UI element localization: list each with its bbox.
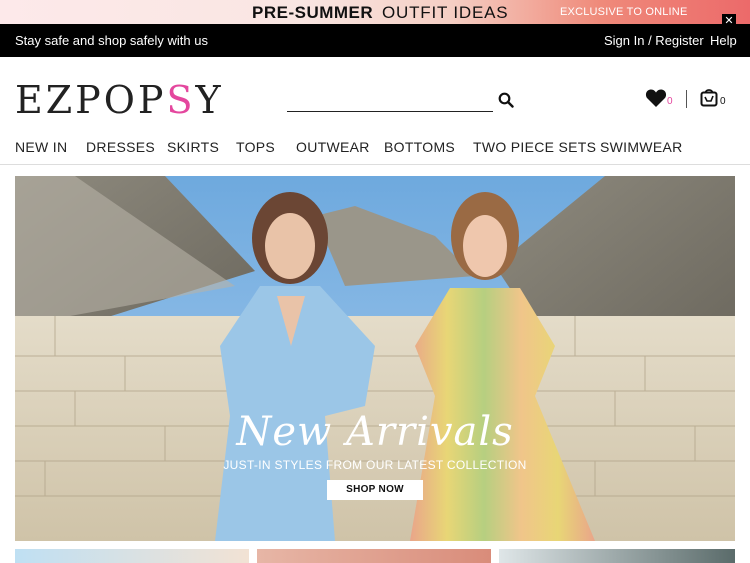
- hero-title: New Arrivals: [236, 409, 514, 455]
- category-thumbnail[interactable]: [15, 549, 249, 563]
- logo-text-a: EZPOP: [15, 78, 167, 122]
- promo-pre-summer: PRE-SUMMER: [252, 3, 374, 22]
- hero-subtitle: JUST-IN STYLES FROM OUR LATEST COLLECTIO…: [223, 458, 527, 472]
- shop-now-button[interactable]: SHOP NOW: [327, 480, 423, 500]
- promo-outfit-ideas: OUTFIT IDEAS: [382, 3, 509, 22]
- nav-item-tops[interactable]: TOPS: [236, 139, 275, 155]
- safety-message: Stay safe and shop safely with us: [15, 33, 208, 48]
- nav-item-swimwear[interactable]: SWIMWEAR: [600, 139, 683, 155]
- bag-icon[interactable]: [700, 87, 718, 107]
- logo-text-b: S: [166, 78, 196, 122]
- category-thumbnails: [0, 549, 750, 563]
- main-nav: NEW IN DRESSES SKIRTS TOPS OUTWEAR BOTTO…: [0, 129, 750, 165]
- header-divider: [686, 90, 687, 108]
- nav-item-outwear[interactable]: OUTWEAR: [296, 139, 370, 155]
- help-link[interactable]: Help: [710, 33, 737, 48]
- category-thumbnail[interactable]: [499, 549, 735, 563]
- hero-banner[interactable]: New Arrivals JUST-IN STYLES FROM OUR LAT…: [15, 176, 735, 541]
- close-icon[interactable]: ✕: [722, 14, 736, 28]
- logo-text-c: Y: [195, 78, 224, 122]
- heart-icon[interactable]: [645, 88, 667, 108]
- promo-exclusive: EXCLUSIVE TO ONLINE: [560, 6, 688, 18]
- header: EZPOPSY 0 0: [0, 57, 750, 129]
- category-thumbnail[interactable]: [257, 549, 491, 563]
- nav-item-new-in[interactable]: NEW IN: [15, 139, 67, 155]
- nav-item-dresses[interactable]: DRESSES: [86, 139, 155, 155]
- search-input[interactable]: [287, 87, 493, 112]
- top-bar: Stay safe and shop safely with us ✕ Sign…: [0, 14, 750, 57]
- promo-banner[interactable]: PRE-SUMMER OUTFIT IDEAS EXCLUSIVE TO ONL…: [0, 0, 750, 24]
- search-icon[interactable]: [498, 92, 514, 108]
- nav-item-bottoms[interactable]: BOTTOMS: [384, 139, 455, 155]
- logo[interactable]: EZPOPSY: [15, 78, 224, 122]
- nav-item-skirts[interactable]: SKIRTS: [167, 139, 219, 155]
- sign-in-register-link[interactable]: Sign In / Register: [604, 33, 704, 48]
- cart-count: 0: [720, 96, 726, 107]
- nav-item-two-piece-sets[interactable]: TWO PIECE SETS: [473, 139, 596, 155]
- wishlist-count: 0: [667, 96, 673, 107]
